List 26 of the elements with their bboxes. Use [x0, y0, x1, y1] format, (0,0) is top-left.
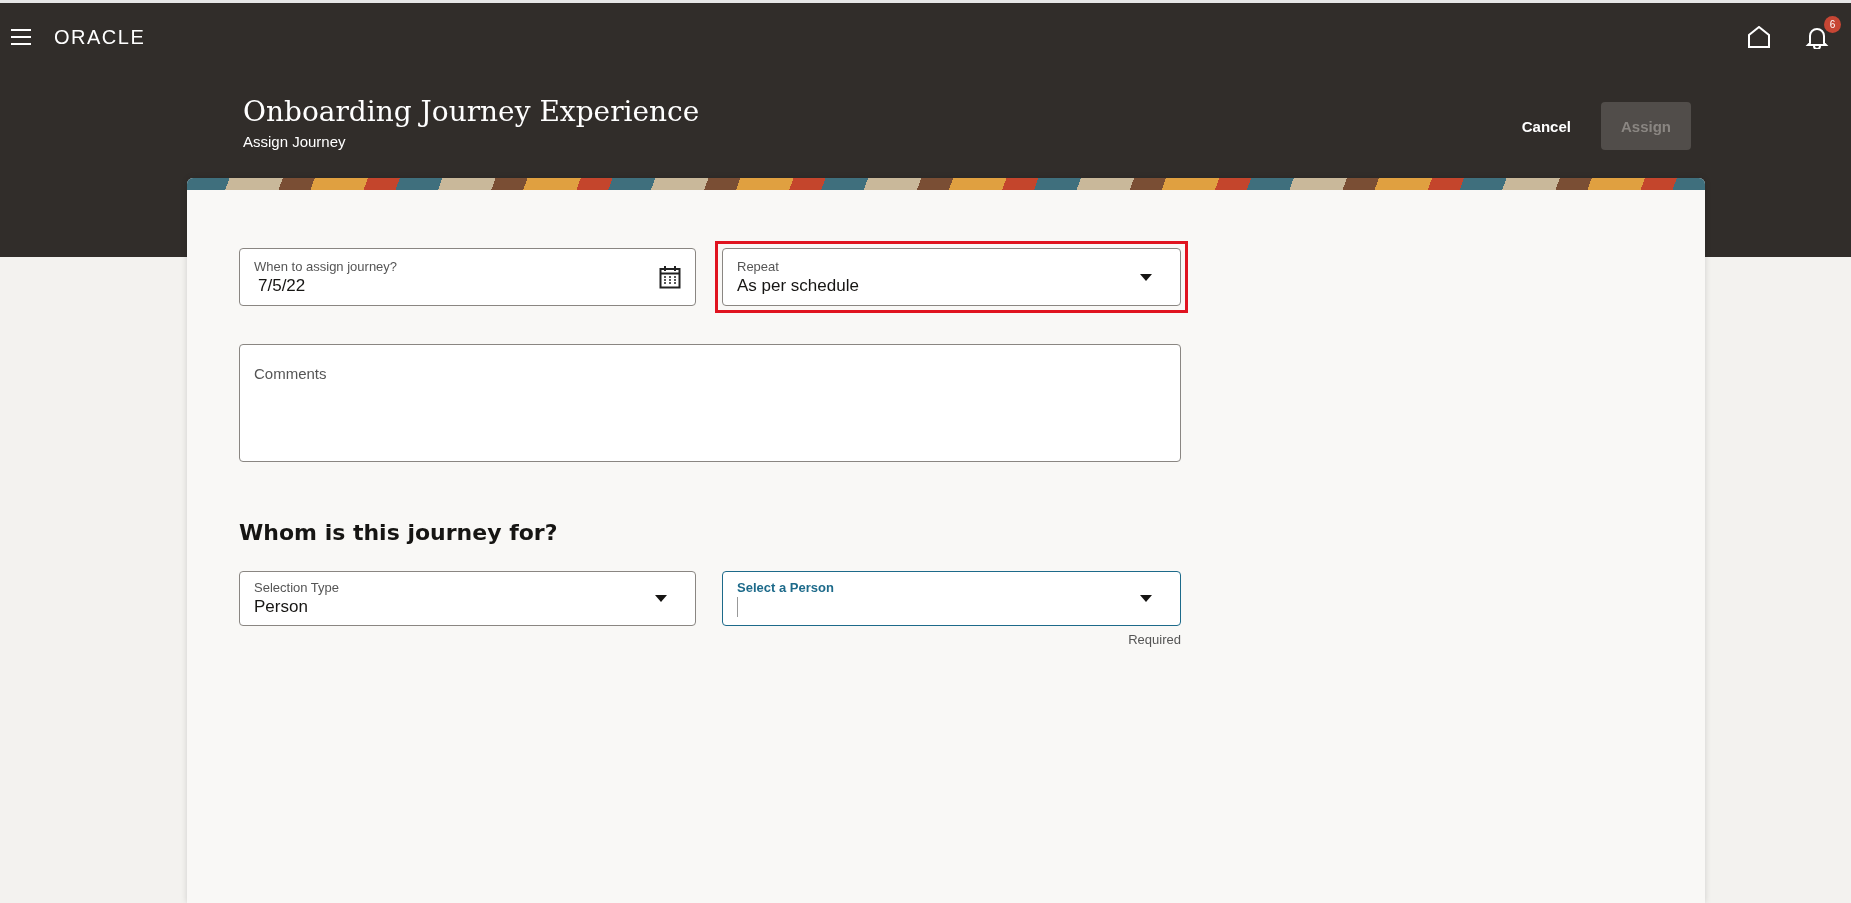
repeat-dropdown[interactable]: Repeat As per schedule	[722, 248, 1181, 306]
calendar-icon[interactable]	[659, 265, 681, 289]
page-subtitle: Assign Journey	[243, 133, 347, 150]
caret-icon	[1140, 595, 1152, 602]
section-heading: Whom is this journey for?	[239, 520, 559, 545]
menu-icon[interactable]	[8, 26, 34, 48]
field-label: Select a Person	[737, 580, 835, 595]
field-value: As per schedule	[737, 275, 860, 296]
field-value: Person	[254, 597, 309, 617]
notification-count: 6	[1824, 16, 1841, 33]
cancel-button[interactable]: Cancel	[1501, 102, 1591, 150]
field-label: Repeat	[737, 258, 780, 274]
page-title: Onboarding Journey Experience	[243, 95, 701, 128]
oracle-logo[interactable]: ORACLE	[54, 25, 146, 49]
field-label: Selection Type	[254, 580, 341, 595]
selection-type-dropdown[interactable]: Selection Type Person	[239, 571, 696, 626]
text-cursor	[737, 597, 738, 617]
home-icon[interactable]	[1745, 24, 1773, 50]
date-field[interactable]: When to assign journey? 7/5/22	[239, 248, 696, 306]
comments-field[interactable]: Comments	[239, 344, 1181, 462]
caret-icon	[1140, 273, 1152, 281]
field-value: 7/5/22	[257, 275, 307, 296]
required-hint: Required	[1127, 632, 1181, 647]
person-dropdown[interactable]: Select a Person	[722, 571, 1181, 626]
field-label: When to assign journey?	[254, 258, 399, 274]
caret-icon	[655, 595, 667, 602]
